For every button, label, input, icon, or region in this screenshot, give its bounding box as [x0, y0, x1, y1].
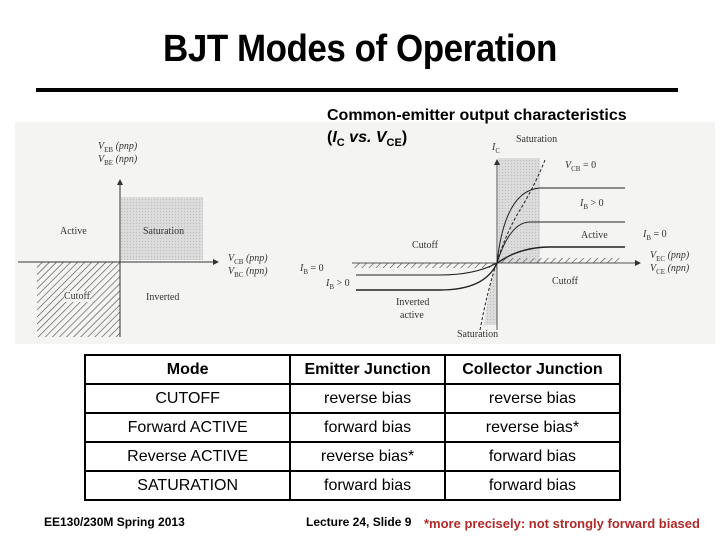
subtitle-line-1: Common-emitter output characteristics	[327, 107, 627, 124]
table-row: Reverse ACTIVE reverse bias* forward bia…	[83, 441, 622, 472]
emitter-cell: forward bias	[289, 412, 446, 443]
active-label: Active	[581, 230, 608, 241]
subtitle-line-2: (IC vs. VCE)	[327, 129, 408, 150]
mode-cell: Forward ACTIVE	[83, 412, 292, 443]
collector-cell: reverse bias*	[443, 412, 622, 443]
course-footer: EE130/230M Spring 2013	[44, 515, 185, 529]
y-axis-label-npn: VBE (npn)	[98, 154, 138, 167]
region-label-cutoff: Cutoff	[64, 291, 90, 302]
saturation-region-top	[498, 158, 540, 263]
header-emitter-junction: Emitter Junction	[289, 354, 446, 385]
cutoff-band-right	[499, 258, 621, 263]
header-mode: Mode	[83, 354, 292, 385]
inverted-active-label-1: Inverted	[396, 297, 430, 308]
collector-cell: reverse bias	[443, 383, 622, 414]
table-row: Forward ACTIVE forward bias reverse bias…	[83, 412, 622, 443]
collector-cell: forward bias	[443, 441, 622, 472]
emitter-cell: reverse bias	[289, 383, 446, 414]
mode-cell: CUTOFF	[83, 383, 292, 414]
ib-zero-label-left: IB = 0	[300, 263, 324, 276]
ib-positive-label: IB > 0	[580, 198, 604, 211]
vec-pnp-label: VEC (pnp)	[650, 250, 690, 263]
cutoff-label-left: Cutoff	[412, 240, 438, 251]
saturation-label-bottom: Saturation	[457, 329, 499, 340]
mode-cell: SATURATION	[83, 470, 292, 501]
cutoff-label-right: Cutoff	[552, 276, 578, 287]
y-axis-label-pnp: VEB (pnp)	[98, 141, 138, 154]
cutoff-band-left	[353, 263, 497, 268]
region-label-active: Active	[60, 226, 87, 237]
table-row: SATURATION forward bias forward bias	[83, 470, 622, 501]
x-axis-label-pnp: VCB (pnp)	[228, 253, 268, 266]
emitter-cell: forward bias	[289, 470, 446, 501]
emitter-cell: reverse bias*	[289, 441, 446, 472]
ib-zero-label-right: IB = 0	[643, 229, 667, 242]
mode-cell: Reverse ACTIVE	[83, 441, 292, 472]
region-label-saturation: Saturation	[143, 226, 185, 237]
inverted-active-label-2: active	[400, 310, 424, 321]
modes-table: Mode Emitter Junction Collector Junction…	[83, 354, 622, 501]
chart-subtitle: Common-emitter output characteristics (I…	[327, 105, 627, 154]
collector-cell: forward bias	[443, 470, 622, 501]
vcb-zero-label: VCB = 0	[565, 160, 597, 173]
region-label-inverted: Inverted	[146, 292, 180, 303]
ib-positive-label-left: IB > 0	[326, 278, 350, 291]
slide-number-footer: Lecture 24, Slide 9	[306, 515, 412, 529]
x-axis-label-npn: VBC (npn)	[228, 266, 268, 279]
table-header-row: Mode Emitter Junction Collector Junction	[83, 354, 622, 385]
header-collector-junction: Collector Junction	[443, 354, 622, 385]
footnote: *more precisely: not strongly forward bi…	[424, 516, 700, 531]
vce-npn-label: VCE (npn)	[650, 263, 690, 276]
table-row: CUTOFF reverse bias reverse bias	[83, 383, 622, 414]
